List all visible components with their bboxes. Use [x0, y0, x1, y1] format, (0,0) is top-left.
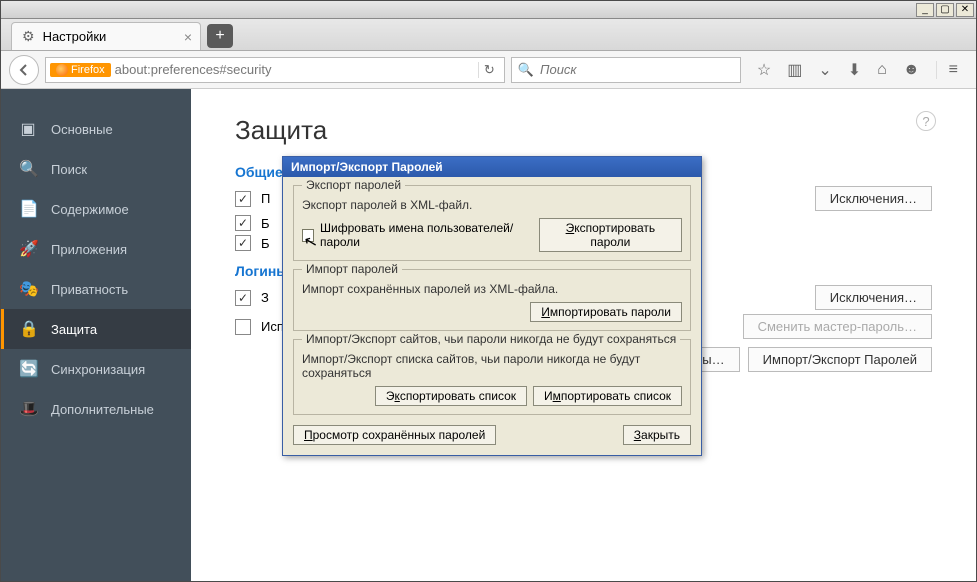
back-button[interactable]	[9, 55, 39, 85]
menu-icon[interactable]: ≡	[936, 61, 958, 79]
page-title: Защита	[235, 115, 932, 146]
hat-icon: 🎩	[19, 399, 37, 419]
dialog-titlebar[interactable]: Импорт/Экспорт Паролей	[283, 157, 701, 177]
sites-description: Импорт/Экспорт списка сайтов, чьи пароли…	[302, 352, 682, 380]
search-box[interactable]: 🔍	[511, 57, 741, 83]
exceptions-button-1[interactable]: Исключения…	[815, 186, 932, 211]
import-description: Импорт сохранённых паролей из XML-файла.	[302, 282, 682, 296]
sidebar-item-label: Синхронизация	[51, 362, 145, 377]
sidebar-item-content[interactable]: 📄 Содержимое	[1, 189, 191, 229]
checkbox-warn-addons[interactable]	[235, 191, 251, 207]
sidebar-item-security[interactable]: 🔒 Защита	[1, 309, 191, 349]
sidebar-item-label: Приватность	[51, 282, 128, 297]
gear-icon: ⚙	[22, 28, 35, 45]
url-bar[interactable]: Firefox ↻	[45, 57, 505, 83]
export-passwords-button[interactable]: Экспортировать пароли	[539, 218, 682, 252]
export-legend: Экспорт паролей	[302, 178, 405, 192]
checkbox-label-partial: Б	[261, 236, 270, 251]
arrow-left-icon	[16, 62, 32, 78]
search-icon: 🔍	[19, 159, 37, 179]
toolbar-icons: ☆ ▥ ⌄ ⬇ ⌂ ☻ ≡	[747, 60, 968, 80]
search-icon: 🔍	[518, 62, 534, 78]
checkbox-label-partial: П	[261, 191, 270, 206]
tab-label: Настройки	[43, 29, 107, 44]
sidebar-item-label: Защита	[51, 322, 97, 337]
view-saved-passwords-button[interactable]: Просмотр сохранённых паролей	[293, 425, 496, 445]
checkbox-label-partial: З	[261, 290, 269, 305]
tab-close-icon[interactable]: ×	[184, 29, 192, 45]
rocket-icon: 🚀	[19, 239, 37, 259]
minimize-button[interactable]: _	[916, 3, 934, 17]
downloads-icon[interactable]: ⬇	[848, 60, 861, 80]
import-passwords-button[interactable]: Импортировать пароли	[530, 302, 682, 322]
mask-icon: 🎭	[19, 279, 37, 299]
checkbox-label-partial: Б	[261, 216, 270, 231]
window-titlebar: _ ▢ ✕	[1, 1, 976, 19]
change-master-password-button: Сменить мастер-пароль…	[743, 314, 932, 339]
sidebar-item-advanced[interactable]: 🎩 Дополнительные	[1, 389, 191, 429]
reload-icon[interactable]: ↻	[478, 62, 500, 78]
general-icon: ▣	[19, 119, 37, 139]
import-fieldset: Импорт паролей Импорт сохранённых пароле…	[293, 269, 691, 331]
import-legend: Импорт паролей	[302, 262, 402, 276]
new-tab-button[interactable]: +	[207, 24, 233, 48]
export-description: Экспорт паролей в XML-файл.	[302, 198, 682, 212]
sidebar-item-privacy[interactable]: 🎭 Приватность	[1, 269, 191, 309]
import-export-dialog: Импорт/Экспорт Паролей Экспорт паролей Э…	[282, 156, 702, 456]
sidebar-item-sync[interactable]: 🔄 Синхронизация	[1, 349, 191, 389]
pocket-icon[interactable]: ⌄	[818, 60, 831, 80]
checkbox-remember-logins[interactable]	[235, 290, 251, 306]
export-list-button[interactable]: Экспортировать список	[375, 386, 527, 406]
sidebar-item-label: Основные	[51, 122, 113, 137]
maximize-button[interactable]: ▢	[936, 3, 954, 17]
encrypt-checkbox[interactable]	[302, 229, 314, 242]
preferences-sidebar: ▣ Основные 🔍 Поиск 📄 Содержимое 🚀 Прилож…	[1, 89, 191, 581]
encrypt-label: Шифровать имена пользователей/пароли	[320, 221, 533, 249]
firefox-badge: Firefox	[50, 63, 111, 77]
sidebar-item-search[interactable]: 🔍 Поиск	[1, 149, 191, 189]
export-fieldset: Экспорт паролей Экспорт паролей в XML-фа…	[293, 185, 691, 261]
library-icon[interactable]: ▥	[787, 60, 802, 80]
sidebar-item-general[interactable]: ▣ Основные	[1, 109, 191, 149]
close-dialog-button[interactable]: Закрыть	[623, 425, 691, 445]
bookmark-star-icon[interactable]: ☆	[757, 60, 771, 80]
import-list-button[interactable]: Импортировать список	[533, 386, 682, 406]
tab-settings[interactable]: ⚙ Настройки ×	[11, 22, 201, 50]
import-export-passwords-button[interactable]: Импорт/Экспорт Паролей	[748, 347, 932, 372]
sidebar-item-label: Дополнительные	[51, 402, 154, 417]
chat-icon[interactable]: ☻	[903, 61, 920, 79]
search-input[interactable]	[540, 62, 734, 77]
exceptions-button-2[interactable]: Исключения…	[815, 285, 932, 310]
sidebar-item-applications[interactable]: 🚀 Приложения	[1, 229, 191, 269]
sites-legend: Импорт/Экспорт сайтов, чьи пароли никогд…	[302, 332, 680, 346]
sidebar-item-label: Содержимое	[51, 202, 129, 217]
checkbox-master-password[interactable]	[235, 319, 251, 335]
sync-icon: 🔄	[19, 359, 37, 379]
help-icon[interactable]: ?	[916, 111, 936, 131]
nav-toolbar: Firefox ↻ 🔍 ☆ ▥ ⌄ ⬇ ⌂ ☻ ≡	[1, 51, 976, 89]
sidebar-item-label: Поиск	[51, 162, 87, 177]
close-window-button[interactable]: ✕	[956, 3, 974, 17]
home-icon[interactable]: ⌂	[877, 61, 887, 79]
lock-icon: 🔒	[19, 319, 37, 339]
checkbox-block-forgery[interactable]	[235, 235, 251, 251]
checkbox-block-attack[interactable]	[235, 215, 251, 231]
sidebar-item-label: Приложения	[51, 242, 127, 257]
url-input[interactable]	[115, 62, 474, 77]
tab-strip: ⚙ Настройки × +	[1, 19, 976, 51]
sites-fieldset: Импорт/Экспорт сайтов, чьи пароли никогд…	[293, 339, 691, 415]
content-icon: 📄	[19, 199, 37, 219]
